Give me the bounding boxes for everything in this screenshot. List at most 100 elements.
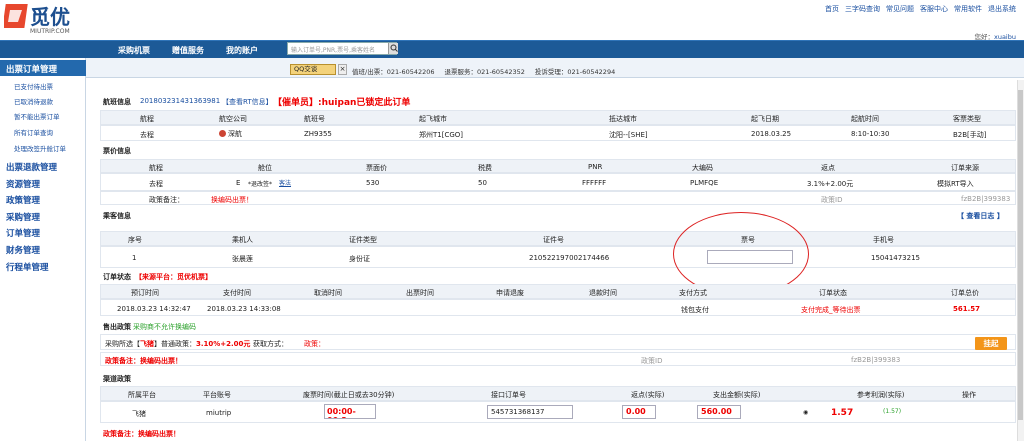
ticket-remark-row: 政策备注： 换编码出票！ 政策ID fzB2B|399383 [100, 191, 1016, 205]
sidebar-item-policy-mgmt[interactable]: 政策管理 [6, 194, 40, 206]
sidebar-item-all-orders[interactable]: 所有订单查询 [14, 127, 53, 137]
lock-notice: 【催单员】:huipan已锁定此订单 [273, 98, 411, 108]
top-link-software[interactable]: 常用软件 [954, 4, 982, 14]
sale-policy-line: 采购所选【飞猪】普通政策：3.10%+2.00元 [105, 339, 250, 349]
top-link-home[interactable]: 首页 [825, 4, 839, 14]
channel-col-account: 平台账号 [203, 391, 231, 399]
status-source: 【来源平台：觅优机票】 [135, 273, 212, 281]
channel-remark: 政策备注：换编码出票！ [103, 430, 180, 438]
ticket-rule-link[interactable]: 客法 [279, 178, 291, 187]
phone-ticketing: 值班/出票：021-60542206 [352, 68, 435, 76]
flight-airline-name: 深航 [228, 130, 242, 138]
void-time-input[interactable]: 00:00-00:2 [324, 404, 376, 419]
rebate-input[interactable]: 0.00 [622, 405, 656, 419]
phone-refund: 退票服务：021-60542352 [444, 68, 525, 76]
order-search-input[interactable]: 输入订单号,PNR,票号,乘客姓名 [287, 42, 397, 55]
status-state: 支付完成_等待出票 [801, 306, 861, 314]
sidebar-item-refund-mgmt[interactable]: 出票退款管理 [6, 161, 57, 173]
nav-my-account[interactable]: 我的账户 [226, 45, 258, 56]
passenger-header-row: 序号 乘机人 证件类型 证件号 票号 手机号 [100, 231, 1016, 246]
api-order-input[interactable]: 545731368137 [487, 405, 573, 419]
flight-data-row: 去程 深航 ZH9355 郑州T1[CGO] 沈阳--[SHE] 2018.03… [100, 125, 1016, 141]
sidebar-item-itinerary-mgmt[interactable]: 行程单管理 [6, 261, 49, 273]
ticket-rebate: 3.1%+2.00元 [807, 180, 854, 188]
channel-col-api-order: 接口订单号 [491, 391, 526, 399]
nav-buy-tickets[interactable]: 采购机票 [118, 45, 150, 56]
flight-section-title: 航班信息 [103, 98, 131, 106]
search-icon[interactable] [388, 43, 398, 54]
sale-airline: 飞猪 [140, 340, 154, 348]
svg-text:觅优: 觅优 [30, 5, 70, 29]
status-col-refund-apply: 申请退废 [496, 289, 524, 297]
view-log-link[interactable]: 【 查看日志 】 [957, 211, 1004, 221]
sale-note: 采购商不允许换编码 [133, 323, 196, 331]
view-rt-link[interactable]: 【查看RT信息】 [222, 97, 273, 107]
top-link-code-query[interactable]: 三字码查询 [845, 4, 880, 14]
top-links: 首页 三字码查询 常见问题 客服中心 常用软件 退出系统 [825, 4, 1016, 14]
status-col-pay-method: 支付方式 [679, 289, 707, 297]
ticket-col-rebate: 返点 [821, 164, 835, 172]
flight-col-ticket-type: 客票类型 [953, 115, 981, 123]
passenger-section-title: 乘客信息 [103, 212, 131, 220]
flight-ticket-type: B2B[手动] [953, 131, 987, 139]
spend-input[interactable]: 560.00 [697, 405, 741, 419]
sale-remark: 政策备注：换编码出票！ [105, 357, 182, 365]
channel-radio[interactable]: ◉ [803, 409, 808, 416]
channel-col-void-time: 废票时间(截止日或去30分钟) [303, 391, 395, 399]
nav-value-service[interactable]: 赠值服务 [172, 45, 204, 56]
flight-col-flightno: 航班号 [304, 115, 325, 123]
qq-chat-button[interactable]: QQ交谈 [290, 64, 336, 75]
status-header-row: 预订时间 支付时间 取消时间 出票时间 申请退废 退款时间 支付方式 订单状态 … [100, 284, 1016, 299]
channel-profit-sub: (1.57) [883, 408, 902, 415]
channel-col-rebate: 返点(实际) [631, 391, 665, 399]
channel-account: miutrip [206, 409, 232, 417]
ticket-remark-label: 政策备注： [149, 196, 184, 204]
close-icon[interactable]: × [338, 64, 347, 75]
status-pay-method: 钱包支付 [681, 306, 709, 314]
sidebar-item-resource-mgmt[interactable]: 资源管理 [6, 178, 40, 190]
passenger-id-type: 身份证 [349, 255, 370, 263]
ticket-tax: 50 [478, 179, 487, 187]
scrollbar-thumb[interactable] [1018, 90, 1023, 420]
sale-prefix: 采购所选【 [105, 340, 140, 348]
status-book-time: 2018.03.23 14:32:47 [117, 305, 191, 313]
miutrip-logo[interactable]: 觅优 MIUTRIP.COM [2, 2, 88, 36]
status-section-title: 订单状态 [103, 273, 131, 281]
passenger-seq: 1 [132, 254, 137, 262]
ticket-header-row: 航程 舱位 票面价 税费 PNR 大编码 返点 订单来源 [100, 159, 1016, 173]
top-link-service[interactable]: 客服中心 [920, 4, 948, 14]
status-col-state: 订单状态 [819, 289, 847, 297]
ticket-col-pnr: PNR [588, 163, 603, 171]
sidebar-item-cancelled-refund[interactable]: 已取消待退款 [14, 96, 53, 106]
top-link-logout[interactable]: 退出系统 [988, 4, 1016, 14]
sidebar-item-paid-pending[interactable]: 已支付待出票 [14, 81, 53, 91]
ticket-col-tax: 税费 [478, 164, 492, 172]
ticket-trip: 去程 [149, 180, 163, 188]
status-data-row: 2018.03.23 14:32:47 2018.03.23 14:33:08 … [100, 299, 1016, 316]
sidebar-item-change-orders[interactable]: 处理改签升舱订单 [14, 143, 66, 153]
passenger-data-row: 1 张晨莲 身份证 210522197002174466 15041473215 [100, 246, 1016, 268]
sidebar-item-cannot-issue[interactable]: 暂不能出票订单 [14, 111, 60, 121]
sidebar-head[interactable]: 出票订单管理 [0, 60, 86, 76]
flight-trip: 去程 [140, 131, 154, 139]
sale-mid: 】普通政策： [154, 340, 196, 348]
sidebar-item-purchase-mgmt[interactable]: 采购管理 [6, 211, 40, 223]
ticket-data-row: 去程 E *退改签* 客法 530 50 FFFFFF PLMFQE 3.1%+… [100, 173, 1016, 191]
channel-col-action: 操作 [962, 391, 976, 399]
channel-col-profit: 参考利润(实际) [857, 391, 905, 399]
sidebar-item-finance-mgmt[interactable]: 财务管理 [6, 244, 40, 256]
status-col-issue-time: 出票时间 [406, 289, 434, 297]
sale-policy-row: 采购所选【飞猪】普通政策：3.10%+2.00元 获取方式： 政策： [100, 334, 1016, 350]
passenger-col-seq: 序号 [128, 236, 142, 244]
sidebar-item-order-mgmt[interactable]: 订单管理 [6, 227, 40, 239]
ticket-section-title: 票价信息 [103, 147, 131, 155]
sale-section-title: 售出政策 [103, 323, 131, 331]
sale-remark-row: 政策备注：换编码出票！ 政策ID fzB2B|399383 [100, 352, 1016, 366]
top-link-faq[interactable]: 常见问题 [886, 4, 914, 14]
status-pay-time: 2018.03.23 14:33:08 [207, 305, 281, 313]
ticket-policy-id: fzB2B|399383 [961, 195, 1011, 203]
suspend-button[interactable]: 挂起 [975, 337, 1007, 350]
passenger-name: 张晨莲 [232, 255, 253, 263]
passenger-col-id-type: 证件类型 [349, 236, 377, 244]
passenger-mobile: 15041473215 [871, 254, 920, 262]
